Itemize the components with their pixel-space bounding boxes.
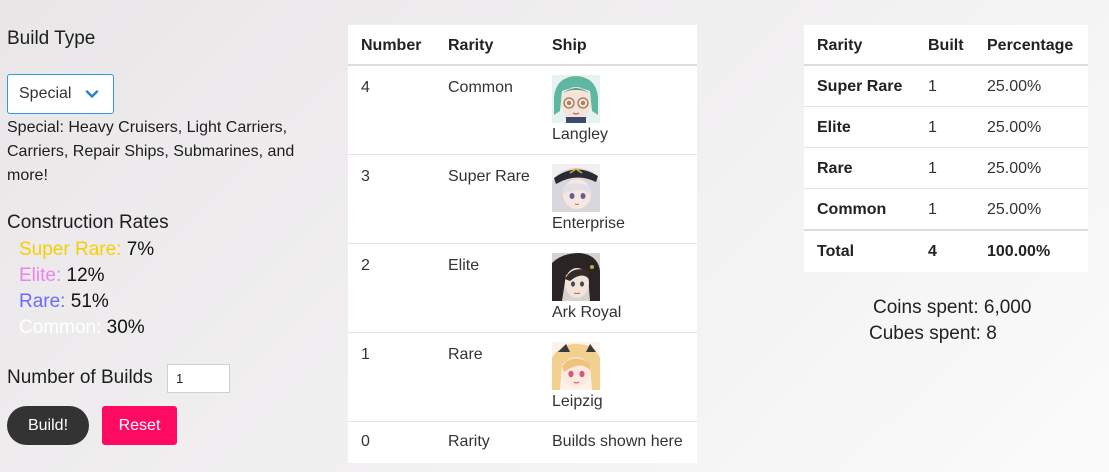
table-row: 1 Rare Leipzig xyxy=(348,333,697,422)
build-number: 3 xyxy=(361,168,370,185)
summary-table-header: Rarity Built Percentage xyxy=(804,25,1088,66)
build-number: 1 xyxy=(361,346,370,363)
build-type-label: Build Type xyxy=(7,28,96,49)
number-of-builds-input[interactable]: 1 xyxy=(167,364,230,393)
summary-built: 1 xyxy=(928,119,937,136)
summary-rarity: Elite xyxy=(817,119,851,136)
build-number: 2 xyxy=(361,257,370,274)
ship-name: Leipzig xyxy=(552,393,603,410)
header-rarity: Rarity xyxy=(817,37,863,54)
total-label: Total xyxy=(817,243,855,260)
summary-row-elite: Elite 1 25.00% xyxy=(804,107,1088,148)
header-built: Built xyxy=(928,37,964,54)
rate-name: Elite: xyxy=(19,265,62,286)
number-of-builds-label: Number of Builds xyxy=(7,367,153,388)
build-rarity: Elite xyxy=(448,257,480,274)
total-percentage: 100.00% xyxy=(987,243,1051,260)
rate-value: 51% xyxy=(70,291,109,312)
reset-button[interactable]: Reset xyxy=(102,406,177,445)
ship-portrait-langley xyxy=(552,75,600,123)
build-type-selected-value: Special xyxy=(19,85,72,102)
placeholder-rarity: Rarity xyxy=(448,433,490,450)
table-row-placeholder: 0 Rarity Builds shown here xyxy=(348,422,697,462)
header-rarity: Rarity xyxy=(448,37,494,54)
construction-rates-title: Construction Rates xyxy=(7,212,169,233)
rate-super-rare: Super Rare: 7% xyxy=(19,237,154,263)
summary-built: 1 xyxy=(928,160,937,177)
placeholder-ship: Builds shown here xyxy=(552,433,683,450)
summary-built: 1 xyxy=(928,201,937,218)
build-rarity: Rare xyxy=(448,346,483,363)
summary-percentage: 25.00% xyxy=(987,119,1042,136)
summary-rarity: Super Rare xyxy=(817,78,903,95)
summary-percentage: 25.00% xyxy=(987,78,1042,95)
rate-rare: Rare: 51% xyxy=(19,289,109,315)
rate-common: Common: 30% xyxy=(19,315,145,341)
rate-name: Super Rare: xyxy=(19,239,122,260)
build-type-select[interactable]: Special xyxy=(7,74,114,114)
header-percentage: Percentage xyxy=(987,37,1074,54)
table-row: 2 Elite Ark Royal xyxy=(348,244,697,333)
header-number: Number xyxy=(361,37,422,54)
summary-built: 1 xyxy=(928,78,937,95)
rate-value: 30% xyxy=(106,317,145,338)
summary-rarity: Rare xyxy=(817,160,853,177)
builds-table: Number Rarity Ship 4 Common Langley 3 Su… xyxy=(348,25,697,463)
build-number: 4 xyxy=(361,79,370,96)
summary-percentage: 25.00% xyxy=(987,160,1042,177)
ship-portrait-enterprise xyxy=(552,164,600,212)
ship-name: Enterprise xyxy=(552,215,625,232)
ship-portrait-leipzig xyxy=(552,342,600,390)
rate-name: Common: xyxy=(19,317,102,338)
rate-elite: Elite: 12% xyxy=(19,263,105,289)
build-rarity: Common xyxy=(448,79,513,96)
ship-name: Ark Royal xyxy=(552,304,622,321)
build-button[interactable]: Build! xyxy=(7,406,89,445)
build-rarity: Super Rare xyxy=(448,168,530,185)
rate-name: Rare: xyxy=(19,291,66,312)
summary-row-total: Total 4 100.00% xyxy=(804,230,1088,270)
build-type-description: Special: Heavy Cruisers, Light Carriers,… xyxy=(7,119,295,184)
ship-name: Langley xyxy=(552,126,609,143)
rarity-summary-table: Rarity Built Percentage Super Rare 1 25.… xyxy=(804,25,1088,272)
summary-row-common: Common 1 25.00% xyxy=(804,189,1088,230)
chevron-down-icon xyxy=(85,90,99,98)
total-built: 4 xyxy=(928,243,937,260)
summary-row-rare: Rare 1 25.00% xyxy=(804,148,1088,189)
rate-value: 7% xyxy=(126,239,155,260)
header-ship: Ship xyxy=(552,37,587,54)
placeholder-number: 0 xyxy=(361,433,370,450)
rate-value: 12% xyxy=(66,265,105,286)
builds-table-header: Number Rarity Ship xyxy=(348,25,697,66)
summary-row-super-rare: Super Rare 1 25.00% xyxy=(804,66,1088,107)
table-row: 4 Common Langley xyxy=(348,66,697,155)
table-row: 3 Super Rare Enterprise xyxy=(348,155,697,244)
ship-portrait-ark-royal xyxy=(552,253,600,301)
summary-percentage: 25.00% xyxy=(987,201,1042,218)
cubes-spent: Cubes spent: 8 xyxy=(869,323,997,344)
coins-spent: Coins spent: 6,000 xyxy=(873,297,1032,318)
summary-rarity: Common xyxy=(817,201,887,218)
